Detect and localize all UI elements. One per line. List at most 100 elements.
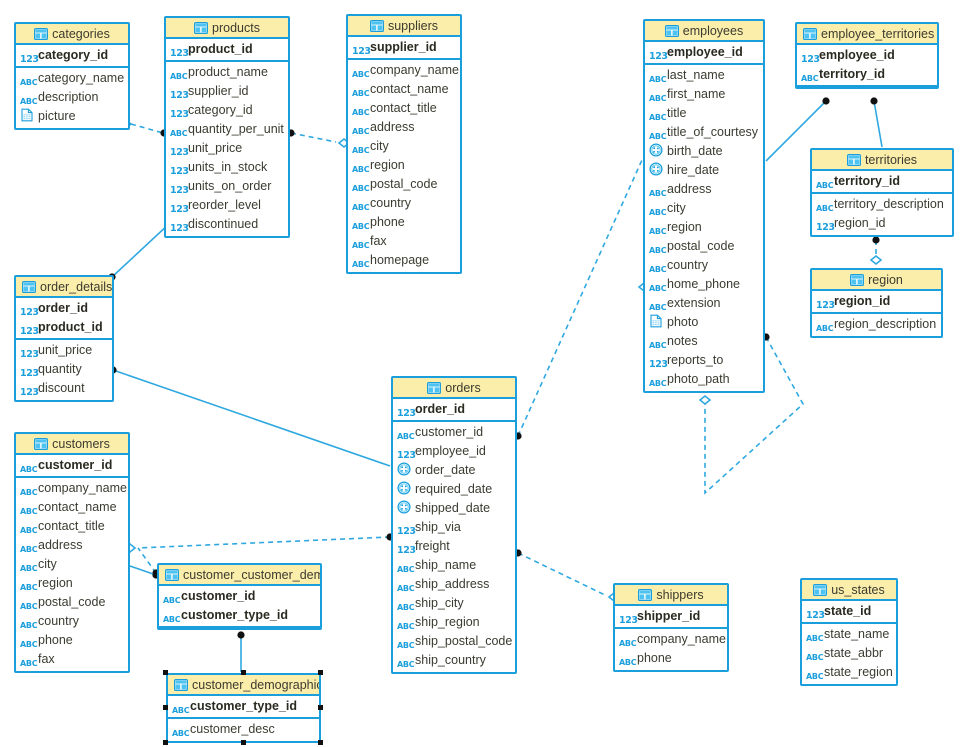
column-description[interactable]: ABCdescription — [16, 88, 128, 107]
column-customer_id[interactable]: ABCcustomer_id — [393, 423, 515, 442]
relationship-ccd-customers-solid[interactable] — [130, 566, 160, 579]
column-customer_desc[interactable]: ABCcustomer_desc — [168, 720, 319, 739]
column-fax[interactable]: ABCfax — [16, 650, 128, 669]
column-hire_date[interactable]: hire_date — [645, 161, 763, 180]
column-picture[interactable]: picture — [16, 107, 128, 126]
column-discount[interactable]: 123discount — [16, 379, 112, 398]
column-first_name[interactable]: ABCfirst_name — [645, 85, 763, 104]
entity-header-customers[interactable]: customers — [16, 434, 128, 455]
column-employee_id[interactable]: 123employee_id — [645, 43, 763, 62]
entity-header-categories[interactable]: categories — [16, 24, 128, 45]
entity-categories[interactable]: categories123category_idABCcategory_name… — [14, 22, 130, 130]
entity-shippers[interactable]: shippers123shipper_idABCcompany_nameABCp… — [613, 583, 729, 672]
column-customer_id[interactable]: ABCcustomer_id — [16, 456, 128, 475]
column-units_in_stock[interactable]: 123units_in_stock — [166, 158, 288, 177]
column-customer_type_id[interactable]: ABCcustomer_type_id — [159, 606, 320, 625]
entity-employee_territories[interactable]: employee_territories123employee_idABCter… — [795, 22, 939, 89]
column-phone[interactable]: ABCphone — [348, 213, 460, 232]
column-region_description[interactable]: ABCregion_description — [812, 315, 941, 334]
entity-header-customer_demographics[interactable]: customer_demographics — [168, 675, 319, 696]
column-city[interactable]: ABCcity — [16, 555, 128, 574]
column-company_name[interactable]: ABCcompany_name — [348, 61, 460, 80]
column-discontinued[interactable]: 123discontinued — [166, 215, 288, 234]
column-title[interactable]: ABCtitle — [645, 104, 763, 123]
column-country[interactable]: ABCcountry — [348, 194, 460, 213]
column-ship_city[interactable]: ABCship_city — [393, 594, 515, 613]
column-ship_region[interactable]: ABCship_region — [393, 613, 515, 632]
selection-handle[interactable] — [163, 670, 168, 675]
column-ship_address[interactable]: ABCship_address — [393, 575, 515, 594]
column-notes[interactable]: ABCnotes — [645, 332, 763, 351]
entity-territories[interactable]: territoriesABCterritory_idABCterritory_d… — [810, 148, 954, 237]
column-state_name[interactable]: ABCstate_name — [802, 625, 896, 644]
column-product_name[interactable]: ABCproduct_name — [166, 63, 288, 82]
relationship-ccd-demographics[interactable] — [237, 631, 244, 672]
column-postal_code[interactable]: ABCpostal_code — [348, 175, 460, 194]
column-order_date[interactable]: order_date — [393, 461, 515, 480]
column-customer_id[interactable]: ABCcustomer_id — [159, 587, 320, 606]
column-contact_name[interactable]: ABCcontact_name — [16, 498, 128, 517]
column-address[interactable]: ABCaddress — [16, 536, 128, 555]
column-customer_type_id[interactable]: ABCcustomer_type_id — [168, 697, 319, 716]
entity-customer_customer_demo[interactable]: customer_customer_demoABCcustomer_idABCc… — [157, 563, 322, 630]
column-region[interactable]: ABCregion — [348, 156, 460, 175]
column-state_id[interactable]: 123state_id — [802, 602, 896, 621]
column-unit_price[interactable]: 123unit_price — [16, 341, 112, 360]
column-homepage[interactable]: ABChomepage — [348, 251, 460, 270]
column-shipped_date[interactable]: shipped_date — [393, 499, 515, 518]
column-region[interactable]: ABCregion — [645, 218, 763, 237]
column-supplier_id[interactable]: 123supplier_id — [166, 82, 288, 101]
entity-region[interactable]: region123region_idABCregion_description — [810, 268, 943, 338]
column-contact_title[interactable]: ABCcontact_title — [348, 99, 460, 118]
column-postal_code[interactable]: ABCpostal_code — [645, 237, 763, 256]
entity-customer_demographics[interactable]: customer_demographicsABCcustomer_type_id… — [166, 673, 321, 743]
column-region_id[interactable]: 123region_id — [812, 292, 941, 311]
entity-us_states[interactable]: us_states123state_idABCstate_nameABCstat… — [800, 578, 898, 686]
entity-orders[interactable]: orders123order_id ABCcustomer_id123employ… — [391, 376, 517, 674]
selection-handle[interactable] — [241, 740, 246, 745]
column-reports_to[interactable]: 123reports_to — [645, 351, 763, 370]
column-unit_price[interactable]: 123unit_price — [166, 139, 288, 158]
column-territory_description[interactable]: ABCterritory_description — [812, 195, 952, 214]
entity-products[interactable]: products123product_idABCproduct_name123s… — [164, 16, 290, 238]
column-extension[interactable]: ABCextension — [645, 294, 763, 313]
column-phone[interactable]: ABCphone — [16, 631, 128, 650]
column-shipper_id[interactable]: 123shipper_id — [615, 607, 727, 626]
column-postal_code[interactable]: ABCpostal_code — [16, 593, 128, 612]
column-contact_name[interactable]: ABCcontact_name — [348, 80, 460, 99]
selection-handle[interactable] — [163, 740, 168, 745]
column-order_id[interactable]: 123order_id — [393, 400, 515, 419]
relationship-order-details-orders[interactable] — [109, 366, 390, 466]
column-last_name[interactable]: ABClast_name — [645, 66, 763, 85]
column-employee_id[interactable]: 123employee_id — [393, 442, 515, 461]
entity-header-employees[interactable]: employees — [645, 21, 763, 42]
column-ship_name[interactable]: ABCship_name — [393, 556, 515, 575]
entity-order_details[interactable]: order_details123order_id123product_id123… — [14, 275, 114, 402]
column-ship_via[interactable]: 123ship_via — [393, 518, 515, 537]
relationship-products-suppliers[interactable] — [287, 129, 349, 147]
entity-header-order_details[interactable]: order_details — [16, 277, 112, 298]
relationship-orders-shippers[interactable] — [514, 549, 619, 601]
column-company_name[interactable]: ABCcompany_name — [615, 630, 727, 649]
column-freight[interactable]: 123freight — [393, 537, 515, 556]
selection-handle[interactable] — [163, 705, 168, 710]
column-ship_country[interactable]: ABCship_country — [393, 651, 515, 670]
column-country[interactable]: ABCcountry — [16, 612, 128, 631]
column-territory_id[interactable]: ABCterritory_id — [797, 65, 937, 84]
column-category_name[interactable]: ABCcategory_name — [16, 69, 128, 88]
column-address[interactable]: ABCaddress — [348, 118, 460, 137]
selection-handle[interactable] — [318, 670, 323, 675]
column-city[interactable]: ABCcity — [348, 137, 460, 156]
entity-suppliers[interactable]: suppliers123supplier_idABCcompany_nameAB… — [346, 14, 462, 274]
column-product_id[interactable]: 123product_id — [16, 318, 112, 337]
column-category_id[interactable]: 123category_id — [166, 101, 288, 120]
selection-handle[interactable] — [318, 705, 323, 710]
column-photo[interactable]: photo — [645, 313, 763, 332]
relationship-orders-customers[interactable] — [125, 533, 394, 552]
column-city[interactable]: ABCcity — [645, 199, 763, 218]
column-employee_id[interactable]: 123employee_id — [797, 46, 937, 65]
column-reorder_level[interactable]: 123reorder_level — [166, 196, 288, 215]
column-ship_postal_code[interactable]: ABCship_postal_code — [393, 632, 515, 651]
entity-header-orders[interactable]: orders — [393, 378, 515, 399]
entity-header-shippers[interactable]: shippers — [615, 585, 727, 606]
